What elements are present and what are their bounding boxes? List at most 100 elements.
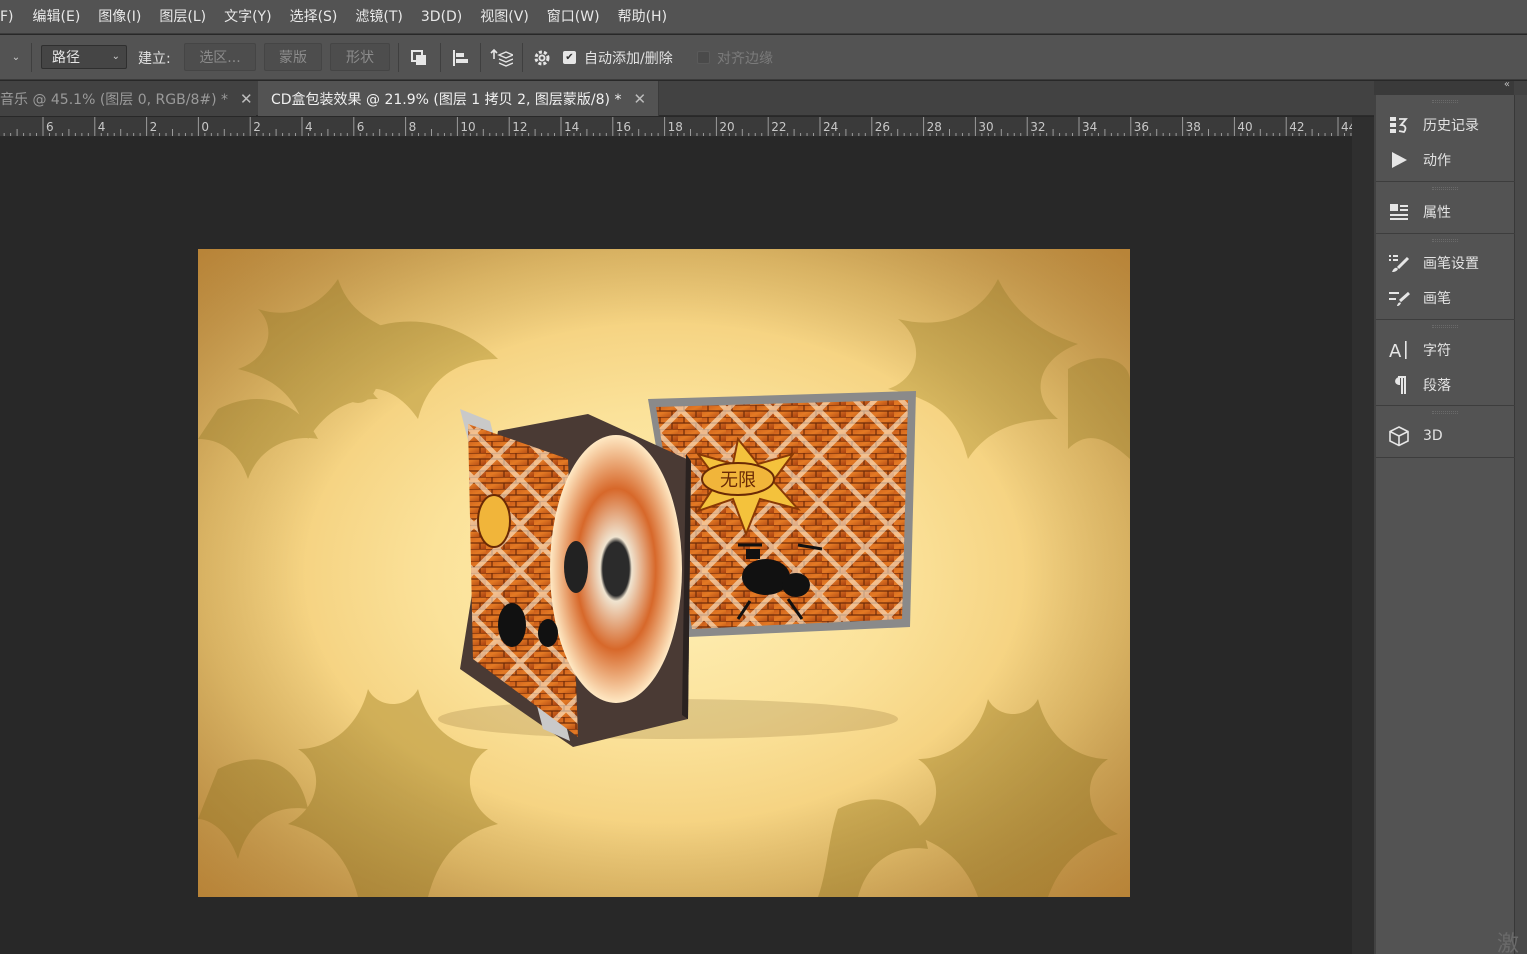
panel-group-brushes: 画笔设置 画笔 xyxy=(1376,234,1515,320)
panel-group-history-actions: 历史记录 动作 xyxy=(1376,95,1515,182)
path-operations-icon xyxy=(411,49,426,65)
ruler-ticks: 6 4 2 0 2 4 6 8 10 12 14 16 18 20 22 24 26 28 30 32 34 36 38 40… xyxy=(3,117,1357,136)
menu-view[interactable]: 视图(V) xyxy=(471,0,538,34)
ruler-label: 36 xyxy=(1134,120,1149,134)
menu-bar: F) 编辑(E) 图像(I) 图层(L) 文字(Y) 选择(S) 滤镜(T) 3… xyxy=(0,0,1527,34)
panel-label: 画笔 xyxy=(1423,291,1451,307)
ruler-label: 8 xyxy=(409,120,417,134)
ruler-label: 18 xyxy=(668,120,683,134)
grip-handle[interactable] xyxy=(1432,411,1458,414)
make-selection-button[interactable]: 选区... xyxy=(184,43,256,71)
actions-play-icon xyxy=(1388,149,1410,171)
ruler-label: 4 xyxy=(305,120,313,134)
separator xyxy=(522,43,523,72)
panel-label: 3D xyxy=(1423,428,1443,444)
ruler-label: 26 xyxy=(875,120,890,134)
menu-select[interactable]: 选择(S) xyxy=(281,0,347,34)
panel-label: 画笔设置 xyxy=(1423,256,1479,272)
ruler-label: 0 xyxy=(201,120,209,134)
document-canvas[interactable]: 无限 xyxy=(198,249,1130,897)
auto-add-delete-checkbox[interactable]: ✔ xyxy=(563,51,576,64)
path-operations-button[interactable] xyxy=(405,35,433,80)
cd-box-artwork: 无限 xyxy=(198,249,1130,897)
panel-dock-header[interactable]: « xyxy=(1374,79,1514,95)
cover-badge-text: 无限 xyxy=(720,470,756,491)
tab-music-document[interactable]: 音乐 @ 45.1% (图层 0, RGB/8#) * ✕ xyxy=(0,81,256,116)
scroll-gutter xyxy=(1352,117,1374,954)
gear-icon xyxy=(534,50,550,65)
menu-image[interactable]: 图像(I) xyxy=(89,0,150,34)
tab-cd-box-document[interactable]: CD盒包装效果 @ 21.9% (图层 1 拷贝 2, 图层蒙版/8) * ✕ xyxy=(258,81,660,116)
grip-handle[interactable] xyxy=(1432,100,1458,103)
panel-group-type: A 字符 段落 xyxy=(1376,320,1515,406)
align-edges-checkbox[interactable] xyxy=(697,51,710,64)
arrange-layers-icon xyxy=(490,48,513,67)
menu-window[interactable]: 窗口(W) xyxy=(538,0,609,34)
make-label: 建立: xyxy=(138,50,171,67)
ruler-label: 30 xyxy=(978,120,993,134)
ruler-label: 22 xyxy=(771,120,786,134)
grip-handle[interactable] xyxy=(1432,187,1458,190)
panel-history[interactable]: 历史记录 xyxy=(1388,110,1479,140)
ruler-label: 16 xyxy=(616,120,631,134)
menu-help[interactable]: 帮助(H) xyxy=(609,0,676,34)
auto-add-delete-label: 自动添加/删除 xyxy=(584,50,673,67)
collapsed-panel-edge[interactable] xyxy=(1515,95,1527,954)
panel-label: 历史记录 xyxy=(1423,118,1479,134)
panel-label: 段落 xyxy=(1423,378,1451,394)
ruler-label: 6 xyxy=(46,120,54,134)
path-alignment-button[interactable] xyxy=(446,35,474,80)
panel-group-3d: 3D xyxy=(1376,406,1515,458)
brush-settings-icon xyxy=(1388,252,1410,274)
panel-3d[interactable]: 3D xyxy=(1388,421,1443,451)
separator xyxy=(480,43,481,72)
menu-layer[interactable]: 图层(L) xyxy=(150,0,215,34)
ruler-label: 28 xyxy=(927,120,942,134)
panel-paragraph[interactable]: 段落 xyxy=(1388,370,1451,400)
collapse-panels-icon[interactable]: « xyxy=(1504,79,1510,90)
panel-actions[interactable]: 动作 xyxy=(1388,145,1451,175)
panel-label: 属性 xyxy=(1423,205,1451,221)
panel-brush[interactable]: 画笔 xyxy=(1388,283,1451,313)
watermark-text: 激 xyxy=(1497,932,1520,954)
make-mask-button[interactable]: 蒙版 xyxy=(264,43,322,71)
3d-cube-icon xyxy=(1388,425,1410,447)
close-icon[interactable]: ✕ xyxy=(633,90,646,108)
path-mode-value: 路径 xyxy=(52,50,80,66)
history-icon xyxy=(1388,114,1410,136)
panel-brush-settings[interactable]: 画笔设置 xyxy=(1388,248,1479,278)
options-bar: ⌄ 路径 ⌄ 建立: 选区... 蒙版 形状 ✔ 自动添加/删除 对齐边缘 xyxy=(0,35,1527,80)
align-left-icon xyxy=(453,49,468,66)
document-tab-bar: 音乐 @ 45.1% (图层 0, RGB/8#) * ✕ CD盒包装效果 @ … xyxy=(0,81,1374,116)
paragraph-icon xyxy=(1388,374,1410,396)
properties-icon xyxy=(1388,201,1410,223)
align-edges-label: 对齐边缘 xyxy=(717,50,773,67)
panel-group-properties: 属性 xyxy=(1376,182,1515,234)
ruler-label: 2 xyxy=(253,120,261,134)
menu-edit[interactable]: 编辑(E) xyxy=(24,0,90,34)
separator xyxy=(398,43,399,72)
ruler-label: 20 xyxy=(719,120,734,134)
path-mode-select[interactable]: 路径 ⌄ xyxy=(41,45,127,69)
menu-filter[interactable]: 滤镜(T) xyxy=(346,0,411,34)
panel-label: 动作 xyxy=(1423,153,1451,169)
ruler-label: 4 xyxy=(98,120,106,134)
panel-character[interactable]: A 字符 xyxy=(1388,335,1451,365)
svg-text:A: A xyxy=(1389,341,1402,361)
make-shape-button[interactable]: 形状 xyxy=(330,43,390,71)
horizontal-ruler[interactable]: 6 4 2 0 2 4 6 8 10 12 14 16 18 20 22 24 26 28 30 32 34 36 38 40… xyxy=(0,117,1357,137)
panel-properties[interactable]: 属性 xyxy=(1388,197,1451,227)
grip-handle[interactable] xyxy=(1432,239,1458,242)
tool-preset-dropdown[interactable]: ⌄ xyxy=(6,35,26,80)
menu-3d[interactable]: 3D(D) xyxy=(412,0,471,34)
ruler-label: 34 xyxy=(1082,120,1097,134)
chevron-down-icon: ⌄ xyxy=(111,51,120,62)
settings-button[interactable] xyxy=(528,35,556,80)
ruler-label: 40 xyxy=(1237,120,1252,134)
close-icon[interactable]: ✕ xyxy=(240,90,253,108)
path-arrangement-button[interactable] xyxy=(486,35,516,80)
menu-type[interactable]: 文字(Y) xyxy=(215,0,280,34)
grip-handle[interactable] xyxy=(1432,325,1458,328)
ruler-label: 10 xyxy=(460,120,475,134)
menu-file[interactable]: F) xyxy=(0,0,24,34)
